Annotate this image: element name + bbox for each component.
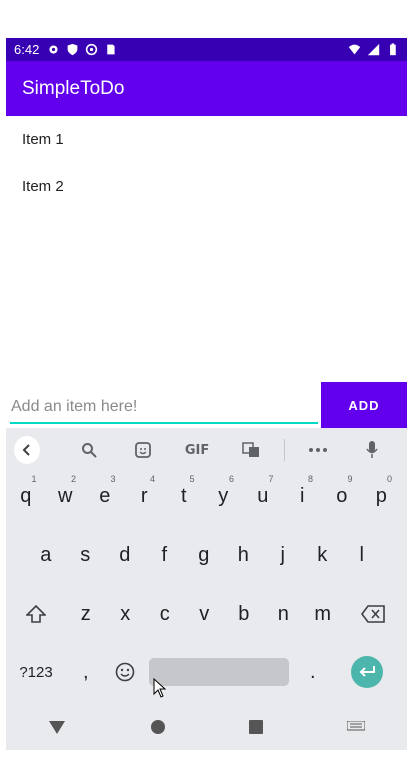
list-item[interactable]: Item 2	[6, 163, 407, 210]
key-e[interactable]: 3e	[85, 472, 125, 520]
mouse-cursor-icon	[153, 678, 167, 698]
app-title: SimpleToDo	[22, 77, 125, 99]
keyboard-row-1: 1q 2w 3e 4r 5t 6y 7u 8i 9o 0p	[6, 472, 407, 520]
sticker-icon[interactable]	[116, 442, 170, 458]
translate-icon[interactable]	[224, 442, 278, 458]
mic-icon[interactable]	[345, 441, 399, 459]
add-button[interactable]: ADD	[321, 382, 407, 428]
key-q[interactable]: 1q	[6, 472, 46, 520]
key-g[interactable]: g	[184, 531, 224, 579]
shift-icon[interactable]	[6, 590, 66, 638]
signal-icon	[367, 43, 380, 56]
battery-icon	[390, 43, 396, 56]
key-r[interactable]: 4r	[125, 472, 165, 520]
device: 6:42 SimpleToDo Item 1 Item 2 Add an ite…	[0, 0, 412, 769]
search-icon[interactable]	[62, 442, 116, 458]
soft-keyboard: GIF 1q 2w 3e 4r 5t 6y 7u 8 i 9 o 0 p a s…	[6, 428, 407, 704]
more-icon[interactable]	[291, 448, 345, 452]
keyboard-row-4: ?123 , .	[6, 648, 407, 696]
toolbar-divider	[284, 439, 285, 461]
emoji-icon[interactable]	[106, 648, 146, 696]
screen: 6:42 SimpleToDo Item 1 Item 2 Add an ite…	[6, 38, 407, 704]
key-j[interactable]: j	[263, 531, 303, 579]
space-bar[interactable]	[149, 658, 289, 686]
keyboard-toolbar: GIF	[6, 428, 407, 472]
key-v[interactable]: v	[185, 590, 225, 638]
app-bar: SimpleToDo	[6, 61, 407, 116]
key-d[interactable]: d	[105, 531, 145, 579]
keyboard-row-2: a s d f g h j k l	[6, 531, 407, 579]
chevron-left-icon[interactable]	[14, 436, 41, 464]
keyboard-row-3: z x c v b n m	[6, 590, 407, 638]
key-u[interactable]: 7u	[243, 472, 283, 520]
sd-card-icon	[107, 44, 115, 55]
at-icon	[86, 43, 98, 56]
key-c[interactable]: c	[145, 590, 185, 638]
key-x[interactable]: x	[106, 590, 146, 638]
key-t[interactable]: 5t	[164, 472, 204, 520]
key-o[interactable]: 9o	[322, 472, 362, 520]
gear-icon	[49, 45, 58, 54]
key-z[interactable]: z	[66, 590, 106, 638]
home-nav-icon[interactable]	[150, 719, 166, 735]
key-s[interactable]: s	[66, 531, 106, 579]
backspace-icon[interactable]	[343, 590, 403, 638]
key-l[interactable]: l	[342, 531, 382, 579]
enter-icon[interactable]	[350, 656, 383, 688]
navigation-bar	[6, 704, 407, 750]
status-bar: 6:42	[6, 38, 407, 61]
key-b[interactable]: b	[224, 590, 264, 638]
key-w[interactable]: 2w	[46, 472, 86, 520]
input-row: ADD	[6, 382, 407, 430]
gif-icon[interactable]: GIF	[170, 443, 224, 458]
key-p[interactable]: 0p	[362, 472, 402, 520]
shield-icon	[67, 43, 78, 56]
item-input[interactable]	[10, 392, 318, 424]
key-a[interactable]: a	[26, 531, 66, 579]
key-h[interactable]: h	[224, 531, 264, 579]
recents-nav-icon[interactable]	[249, 720, 264, 734]
status-icons-left	[47, 43, 117, 56]
key-period[interactable]: .	[293, 648, 333, 696]
key-n[interactable]: n	[264, 590, 304, 638]
key-m[interactable]: m	[303, 590, 343, 638]
status-time: 6:42	[14, 42, 40, 57]
key-f[interactable]: f	[145, 531, 185, 579]
list-item[interactable]: Item 1	[6, 116, 407, 163]
key-y[interactable]: 6y	[204, 472, 244, 520]
symbols-key[interactable]: ?123	[6, 648, 66, 696]
keyboard-switch-icon[interactable]	[347, 721, 366, 733]
status-icons-right	[348, 43, 399, 56]
todo-list: Item 1 Item 2	[6, 116, 407, 210]
key-i[interactable]: 8i	[283, 472, 323, 520]
back-nav-icon[interactable]	[48, 719, 66, 735]
wifi-icon	[348, 44, 361, 55]
key-k[interactable]: k	[303, 531, 343, 579]
key-comma[interactable]: ,	[66, 648, 106, 696]
